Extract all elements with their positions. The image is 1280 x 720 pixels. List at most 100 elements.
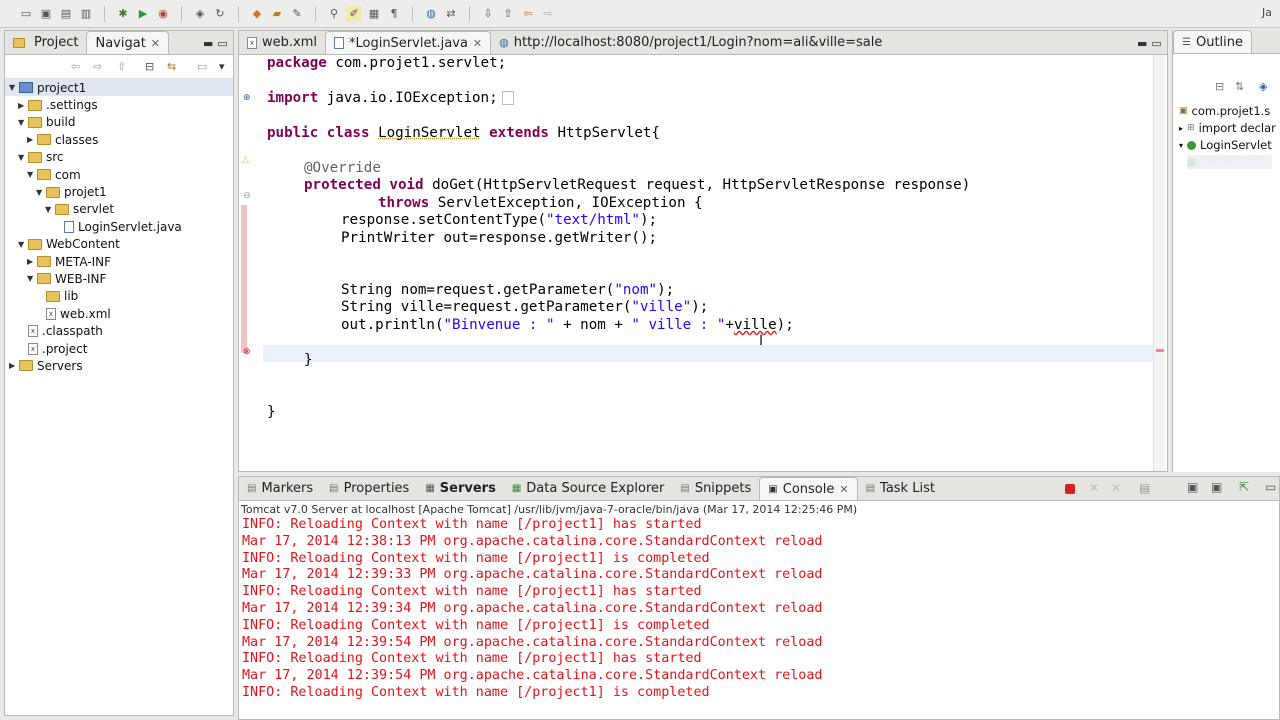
print-icon[interactable]: ▥ bbox=[78, 6, 94, 22]
chevron-down-icon[interactable]: ▾ bbox=[219, 60, 225, 73]
tree-item[interactable]: x web.xml bbox=[5, 305, 233, 322]
code-editor[interactable]: ⊕ △ ⊖ ⊗ package com.projet1.servlet; imp… bbox=[239, 55, 1167, 471]
toggle-block-icon[interactable]: ▦ bbox=[366, 6, 382, 22]
chevron-right-icon[interactable]: ▶ bbox=[9, 361, 19, 370]
tree-item[interactable]: ▶ META-INF bbox=[5, 253, 233, 270]
tree-item[interactable]: ▶ .settings bbox=[5, 96, 233, 113]
chevron-down-icon[interactable]: ▼ bbox=[18, 118, 28, 127]
close-icon[interactable]: ✕ bbox=[151, 37, 160, 50]
clear-console-icon[interactable]: ▤ bbox=[1139, 481, 1150, 495]
tree-item[interactable]: lib bbox=[5, 288, 233, 305]
tree-item[interactable]: ▼ project1 bbox=[5, 79, 233, 97]
terminate-icon[interactable] bbox=[1065, 484, 1075, 494]
open-type-icon[interactable]: ◆ bbox=[249, 6, 265, 22]
chevron-down-icon[interactable]: ▼ bbox=[9, 83, 19, 92]
close-icon[interactable]: ✕ bbox=[473, 37, 482, 50]
open-folder-icon[interactable]: ▰ bbox=[269, 6, 285, 22]
remove-launch-icon[interactable]: ✕ bbox=[1089, 481, 1099, 495]
tab-markers[interactable]: ▤ Markers bbox=[239, 477, 321, 500]
show-whitespace-icon[interactable]: ¶ bbox=[386, 6, 402, 22]
tree-item[interactable]: x .classpath bbox=[5, 322, 233, 339]
minimize-maximize-icon[interactable]: ▬▭ bbox=[203, 37, 232, 50]
tree-item[interactable]: ▼ WEB-INF bbox=[5, 270, 233, 287]
save-icon[interactable]: ▣ bbox=[38, 6, 54, 22]
outline-item[interactable]: ▾ LoginServlet bbox=[1179, 138, 1272, 152]
highlight-icon[interactable]: ✐ bbox=[346, 5, 362, 22]
tree-item[interactable]: ▼ WebContent bbox=[5, 236, 233, 253]
open-console-icon[interactable]: ⇱ bbox=[1239, 480, 1249, 494]
globe-icon[interactable]: ◍ bbox=[423, 6, 439, 22]
run-icon[interactable]: ▶ bbox=[135, 6, 151, 22]
chevron-right-icon[interactable]: ▶ bbox=[27, 257, 37, 266]
tree-item[interactable]: ▼ servlet bbox=[5, 201, 233, 218]
back-icon[interactable]: ⇦ bbox=[520, 6, 536, 22]
chevron-right-icon[interactable]: ▶ bbox=[18, 101, 28, 110]
tab-snippets[interactable]: ▤ Snippets bbox=[672, 477, 759, 500]
tab-properties[interactable]: ▤ Properties bbox=[321, 477, 417, 500]
tab-web-xml[interactable]: x web.xml bbox=[239, 31, 325, 54]
word-wrap-icon[interactable]: ▣ bbox=[1211, 480, 1222, 494]
navigator-mini-toolbar: ⇦ ⇨ ⇧ ⊟ ⇆ ▭ ▾ bbox=[5, 55, 233, 79]
chevron-down-icon[interactable]: ▼ bbox=[36, 188, 46, 197]
tree-item[interactable]: ▼ com bbox=[5, 166, 233, 183]
scroll-lock-icon[interactable]: ▣ bbox=[1187, 480, 1198, 494]
next-annotation-icon[interactable]: ⇩ bbox=[480, 6, 496, 22]
tab-outline[interactable]: ☰ Outline bbox=[1173, 30, 1252, 53]
remove-all-icon[interactable]: ✕ bbox=[1111, 481, 1121, 495]
perspective-java-label[interactable]: Ja bbox=[1262, 6, 1272, 19]
collapse-all-icon[interactable]: ⊟ bbox=[1215, 80, 1224, 93]
tab-navigator[interactable]: Navigat ✕ bbox=[86, 31, 170, 54]
tree-item[interactable]: ▼ src bbox=[5, 149, 233, 166]
view-menu-icon[interactable]: ▭ bbox=[197, 60, 207, 73]
prev-annotation-icon[interactable]: ⇧ bbox=[500, 6, 516, 22]
tree-item[interactable]: LoginServlet.java bbox=[5, 218, 233, 235]
error-overview-mark[interactable] bbox=[1156, 349, 1164, 352]
link-editor-icon[interactable]: ⇆ bbox=[167, 60, 176, 73]
fold-icon[interactable]: ⊕ bbox=[243, 93, 251, 103]
code-text: HttpServlet{ bbox=[548, 125, 660, 141]
tree-item[interactable]: ▼ projet1 bbox=[5, 183, 233, 200]
chevron-down-icon[interactable]: ▼ bbox=[18, 240, 28, 249]
refresh-icon[interactable]: ↻ bbox=[212, 6, 228, 22]
chevron-down-icon[interactable]: ▼ bbox=[27, 274, 37, 283]
outline-item[interactable]: doGet(HttpS bbox=[1187, 155, 1272, 169]
outline-item[interactable]: ▸ ⊞ import declar bbox=[1179, 121, 1276, 135]
hide-fields-icon[interactable]: ◈ bbox=[1259, 80, 1267, 93]
wand-icon[interactable]: ✎ bbox=[289, 6, 305, 22]
forward-icon[interactable]: ⇨ bbox=[93, 60, 102, 73]
tree-item[interactable]: ▶ classes bbox=[5, 131, 233, 148]
debug-icon[interactable]: ✱ bbox=[115, 6, 131, 22]
chevron-down-icon[interactable]: ▼ bbox=[18, 153, 28, 162]
chevron-right-icon[interactable]: ▶ bbox=[27, 135, 37, 144]
tree-item[interactable]: ▶ Servers bbox=[5, 357, 233, 374]
tab-servers[interactable]: ▦ Servers bbox=[417, 477, 503, 500]
chevron-down-icon[interactable]: ▼ bbox=[27, 170, 37, 179]
tab-project-explorer[interactable]: Project bbox=[5, 31, 86, 54]
outline-item[interactable]: ▣ com.projet1.s bbox=[1179, 104, 1270, 118]
back-icon[interactable]: ⇦ bbox=[71, 60, 80, 73]
tab-console[interactable]: ▣ Console ✕ bbox=[759, 477, 858, 500]
tab-loginservlet-java[interactable]: *LoginServlet.java ✕ bbox=[324, 31, 492, 54]
fold-icon[interactable]: ⊖ bbox=[243, 191, 251, 201]
tab-data-source-explorer[interactable]: ▦ Data Source Explorer bbox=[504, 477, 673, 500]
tree-item[interactable]: ▼ build bbox=[5, 114, 233, 131]
collapse-all-icon[interactable]: ⊟ bbox=[145, 60, 154, 73]
folded-block-icon[interactable] bbox=[501, 91, 514, 105]
display-console-icon[interactable]: ▭ bbox=[1265, 480, 1276, 494]
up-icon[interactable]: ⇧ bbox=[117, 60, 126, 73]
tree-item[interactable]: x .project bbox=[5, 340, 233, 357]
close-icon[interactable]: ✕ bbox=[839, 483, 848, 496]
minimize-maximize-icon[interactable]: ▬▭ bbox=[1137, 37, 1166, 50]
error-token: ville bbox=[733, 317, 777, 333]
forward-icon[interactable]: ⇨ bbox=[540, 6, 556, 22]
chevron-down-icon[interactable]: ▼ bbox=[45, 205, 55, 214]
tab-browser[interactable]: ◍ http://localhost:8080/project1/Login?n… bbox=[491, 31, 890, 54]
search-icon[interactable]: ⚲ bbox=[326, 6, 342, 22]
sort-icon[interactable]: ⇅ bbox=[1235, 80, 1244, 93]
server-icon[interactable]: ◈ bbox=[192, 6, 208, 22]
new-icon[interactable]: ▭ bbox=[18, 6, 34, 22]
save-all-icon[interactable]: ▤ bbox=[58, 6, 74, 22]
tab-task-list[interactable]: ▤ Task List bbox=[858, 477, 943, 500]
run-external-icon[interactable]: ◉ bbox=[155, 6, 171, 22]
perspective-icon[interactable]: ⇄ bbox=[443, 6, 459, 22]
